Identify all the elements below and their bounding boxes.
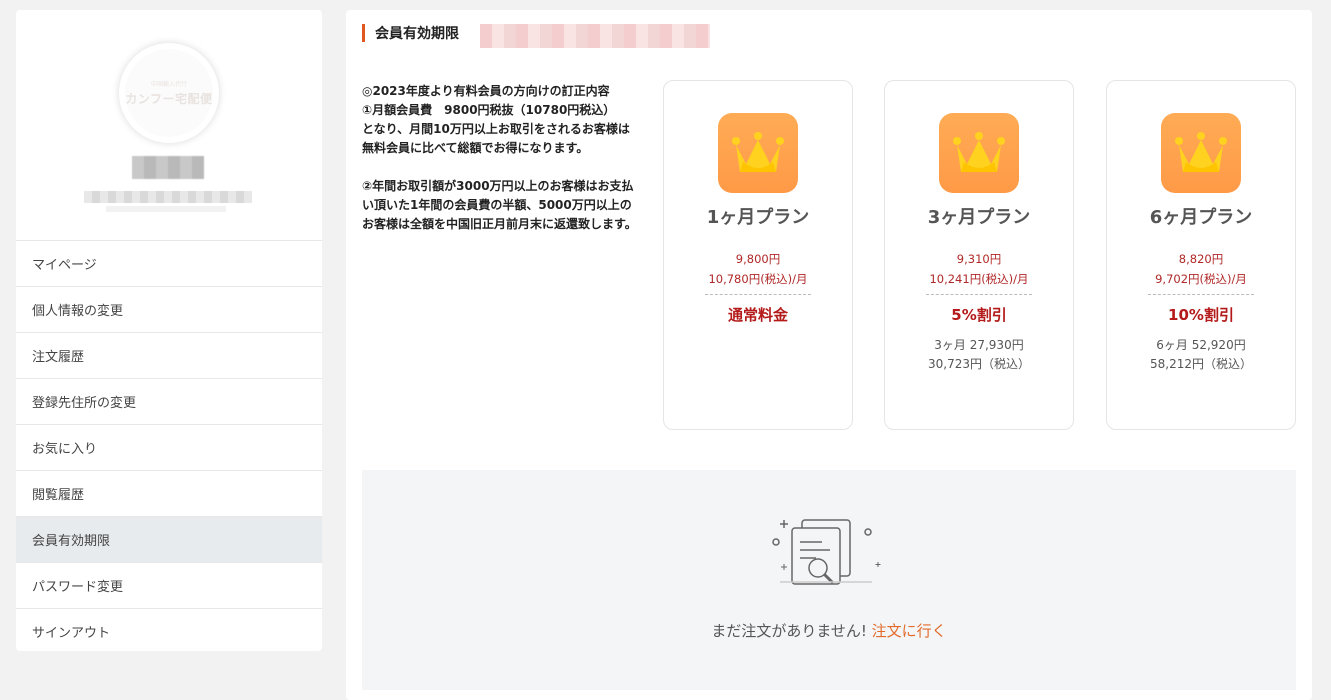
sidebar: 中国輸入代行 カンフー宅配便 マイページ 個人情報の変更 注文履歴 登録先住所の…: [16, 10, 322, 651]
sidebar-menu: マイページ 個人情報の変更 注文履歴 登録先住所の変更 お気に入り 閲覧履歴 会…: [16, 240, 322, 654]
plan-price-tax: 10,780円(税込)/月: [708, 272, 808, 286]
logo: 中国輸入代行 カンフー宅配便: [125, 49, 213, 137]
sidebar-item-profile[interactable]: 個人情報の変更: [16, 286, 322, 332]
plan-price-tax: 9,702円(税込)/月: [1155, 272, 1247, 286]
sidebar-item-label: サインアウト: [32, 626, 111, 641]
plan-name: 6ヶ月プラン: [1149, 207, 1253, 228]
sidebar-item-password[interactable]: パスワード変更: [16, 562, 322, 608]
sidebar-item-label: お気に入り: [32, 442, 98, 457]
page-title: 会員有効期限: [375, 26, 459, 42]
plan-price-tax: 10,241円(税込)/月: [929, 272, 1029, 286]
expiry-date-redacted: [480, 24, 710, 48]
sidebar-item-label: パスワード変更: [32, 580, 124, 595]
sidebar-item-signout[interactable]: サインアウト: [16, 608, 322, 654]
plan-discount: 10%割引: [1168, 306, 1234, 324]
plan-card-1month[interactable]: 1ヶ月プラン 9,800円 10,780円(税込)/月 通常料金: [663, 80, 853, 430]
empty-message: まだ注文がありません! 注文に行く: [362, 620, 1296, 641]
avatar[interactable]: 中国輸入代行 カンフー宅配便: [119, 43, 219, 143]
plan-name: 3ヶ月プラン: [927, 207, 1031, 228]
plan-name: 1ヶ月プラン: [706, 207, 810, 228]
sidebar-item-label: 注文履歴: [32, 350, 85, 365]
go-order-link[interactable]: 注文に行く: [872, 622, 947, 640]
sidebar-item-label: 個人情報の変更: [32, 304, 124, 319]
user-email-redacted: [84, 191, 252, 203]
plan-total-tax: 58,212円（税込）: [1150, 357, 1252, 371]
user-email-redacted-line2: [106, 206, 226, 212]
plan-card-3month[interactable]: 3ヶ月プラン 9,310円 10,241円(税込)/月 5%割引 3ヶ月 27,…: [884, 80, 1074, 430]
plan-total-tax: 30,723円（税込）: [928, 357, 1030, 371]
crown-icon: [718, 113, 798, 193]
plan-price: 9,310円: [956, 252, 1002, 266]
title-accent-bar: [362, 24, 365, 42]
notice-paragraph-1: ◎2023年度より有料会員の方向けの訂正内容 ①月額会員費 9800円税抜（10…: [362, 84, 630, 155]
sidebar-item-history[interactable]: 閲覧履歴: [16, 470, 322, 516]
sidebar-item-label: 登録先住所の変更: [32, 396, 137, 411]
plan-card-6month[interactable]: 6ヶ月プラン 8,820円 9,702円(税込)/月 10%割引 6ヶ月 52,…: [1106, 80, 1296, 430]
sidebar-item-membership[interactable]: 会員有効期限: [16, 516, 322, 562]
user-name-redacted: [132, 156, 204, 179]
divider: [705, 294, 811, 295]
sidebar-item-label: マイページ: [32, 258, 97, 273]
crown-icon: [1161, 113, 1241, 193]
empty-orders-panel: まだ注文がありません! 注文に行く: [362, 470, 1296, 690]
sidebar-item-mypage[interactable]: マイページ: [16, 240, 322, 286]
sidebar-item-address[interactable]: 登録先住所の変更: [16, 378, 322, 424]
empty-document-icon: [770, 514, 886, 598]
plan-discount: 通常料金: [727, 306, 788, 324]
sidebar-item-orders[interactable]: 注文履歴: [16, 332, 322, 378]
plan-total: 6ヶ月 52,920円: [1156, 338, 1246, 352]
sidebar-item-label: 閲覧履歴: [32, 488, 85, 503]
logo-line1: 中国輸入代行: [150, 81, 187, 88]
main-panel: 会員有効期限 ◎2023年度より有料会員の方向けの訂正内容 ①月額会員費 980…: [346, 10, 1312, 700]
sidebar-item-favorites[interactable]: お気に入り: [16, 424, 322, 470]
plan-price: 8,820円: [1178, 252, 1224, 266]
plan-price: 9,800円: [735, 252, 781, 266]
crown-icon: [939, 113, 1019, 193]
empty-message-text: まだ注文がありません!: [711, 622, 872, 640]
divider: [1148, 294, 1254, 295]
plan-total: 3ヶ月 27,930円: [934, 338, 1024, 352]
notice-paragraph-2: ②年間お取引額が3000万円以上のお客様はお支払い頂いた1年間の会員費の半額、5…: [362, 179, 637, 231]
sidebar-item-label: 会員有効期限: [32, 534, 111, 549]
divider: [926, 294, 1032, 295]
membership-notice: ◎2023年度より有料会員の方向けの訂正内容 ①月額会員費 9800円税抜（10…: [362, 82, 638, 234]
section-header: 会員有効期限: [362, 24, 459, 42]
plan-discount: 5%割引: [951, 306, 1007, 324]
logo-line2: カンフー宅配便: [125, 92, 213, 106]
